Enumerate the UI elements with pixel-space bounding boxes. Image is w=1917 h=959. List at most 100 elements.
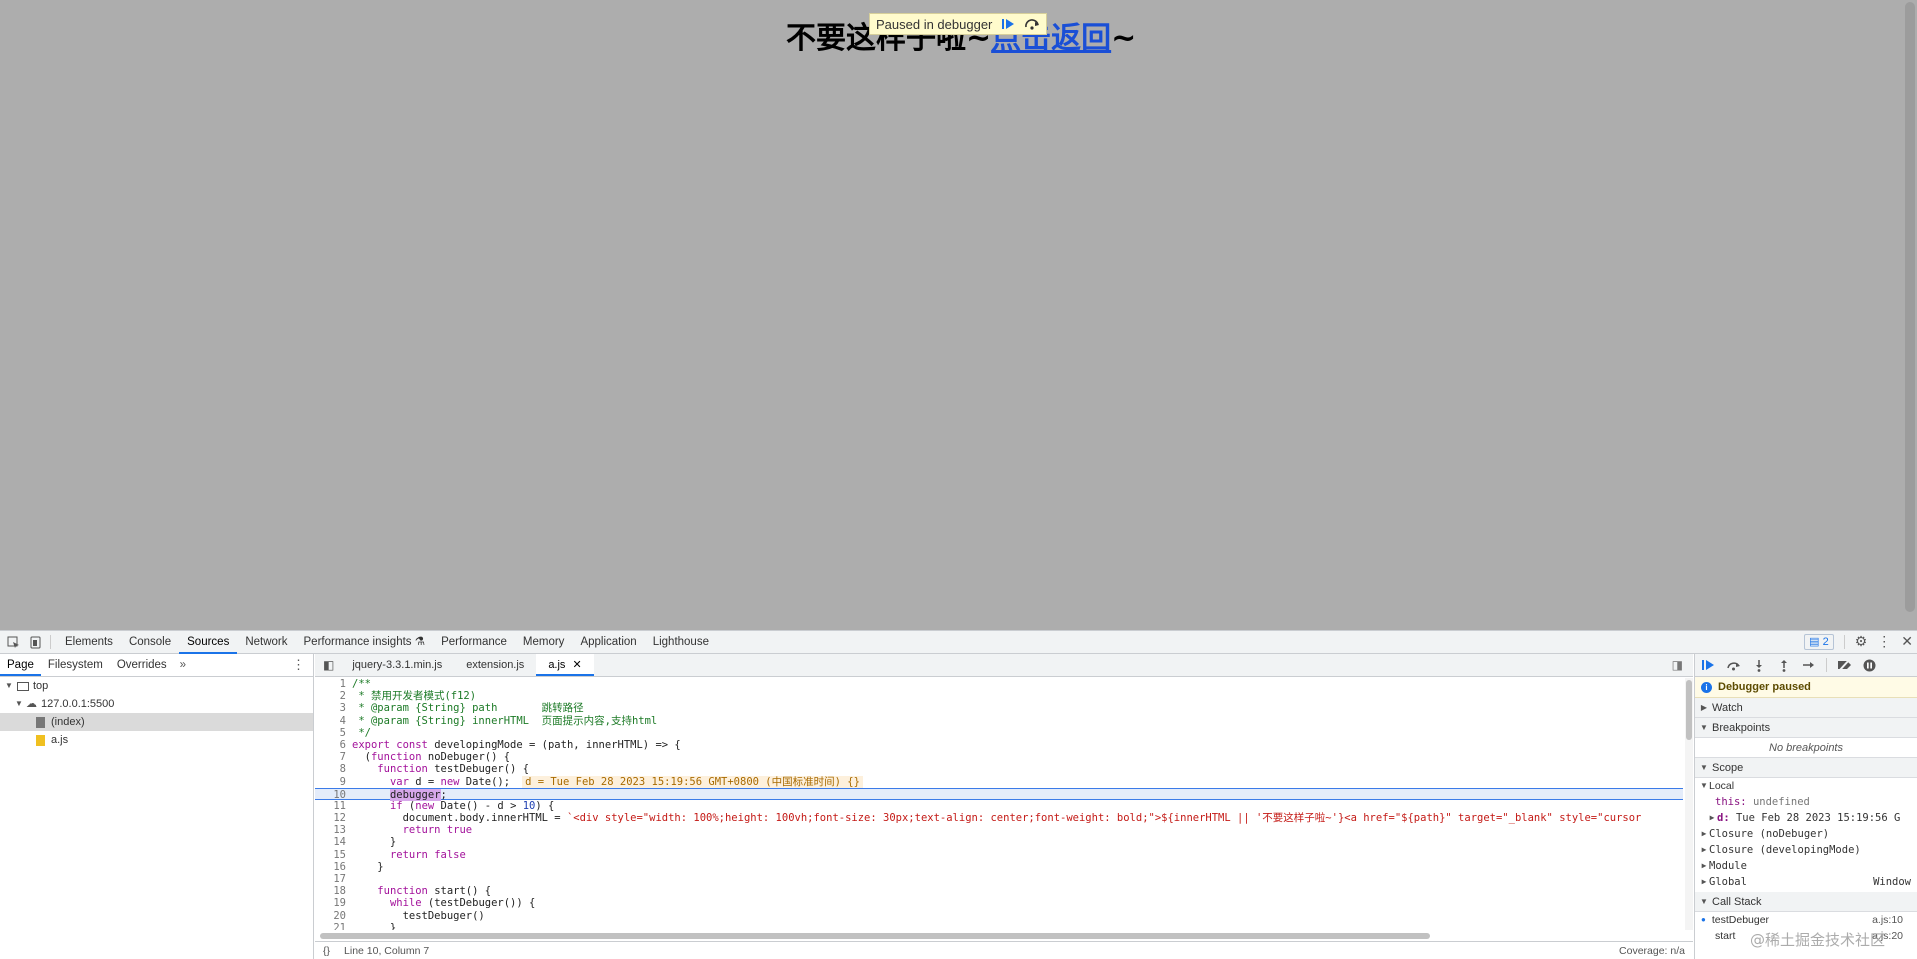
code-line[interactable]: 6 export const developingMode = (path, in… (315, 739, 1683, 751)
page-scrollbar[interactable] (1905, 2, 1915, 612)
line-number[interactable]: 1 (315, 678, 350, 690)
scrollbar-thumb[interactable] (320, 933, 1430, 939)
line-number[interactable]: 4 (315, 715, 350, 727)
device-toolbar-icon[interactable] (26, 633, 44, 651)
tab-sources[interactable]: Sources (179, 631, 238, 654)
step-out-icon[interactable] (1776, 658, 1791, 673)
code-line[interactable]: 19 while (testDebuger()) { (315, 897, 1683, 909)
code-line[interactable]: 12 document.body.innerHTML = `<div style… (315, 812, 1683, 824)
deactivate-breakpoints-icon[interactable] (1837, 658, 1852, 673)
scope-local[interactable]: ▼ Local (1695, 778, 1917, 794)
code-line[interactable]: 2 * 禁用开发者模式(f12) (315, 690, 1683, 702)
step-over-icon[interactable] (1726, 658, 1741, 673)
more-tabs-chevron-icon[interactable]: » (180, 659, 186, 671)
code-line[interactable]: 17 (315, 873, 1683, 885)
resume-icon[interactable] (1701, 658, 1716, 673)
line-number[interactable]: 3 (315, 702, 350, 714)
scope-var-d[interactable]: ▶ d: Tue Feb 28 2023 15:19:56 G (1695, 810, 1917, 826)
line-number[interactable]: 7 (315, 751, 350, 763)
issues-badge[interactable]: ▤ 2 (1804, 633, 1834, 650)
line-number[interactable]: 8 (315, 763, 350, 775)
code-line[interactable]: 3 * @param {String} path 跳转路径 (315, 702, 1683, 714)
line-number[interactable]: 14 (315, 836, 350, 848)
tab-console[interactable]: Console (121, 631, 179, 654)
code-line[interactable]: 4 * @param {String} innerHTML 页面提示内容,支持h… (315, 715, 1683, 727)
more-options-icon[interactable]: ⋮ (1877, 633, 1891, 650)
code-line[interactable]: 15 return false (315, 849, 1683, 861)
code-area[interactable]: 1/** 2 * 禁用开发者模式(f12) 3 * @param {String} … (315, 678, 1683, 930)
code-line[interactable]: 7 (function noDebuger() { (315, 751, 1683, 763)
tab-memory[interactable]: Memory (515, 631, 573, 654)
tab-performance-insights[interactable]: Performance insights ⚗ (296, 631, 434, 654)
line-number[interactable]: 16 (315, 861, 350, 873)
line-number[interactable]: 5 (315, 727, 350, 739)
code-line[interactable]: 1/** (315, 678, 1683, 690)
close-devtools-icon[interactable]: ✕ (1901, 633, 1913, 650)
line-number[interactable]: 12 (315, 812, 350, 824)
inspect-element-icon[interactable] (4, 633, 22, 651)
step-icon[interactable] (1801, 658, 1816, 673)
editor-tab-a-js[interactable]: a.js ✕ (536, 654, 594, 676)
code-line[interactable]: 21 } (315, 922, 1683, 930)
scope-var-this[interactable]: this: undefined (1695, 794, 1917, 810)
resume-icon[interactable] (1000, 16, 1016, 32)
code-line[interactable]: 10 debugger; (315, 787, 1683, 801)
navigator-tab-filesystem[interactable]: Filesystem (41, 654, 110, 676)
tree-item-top[interactable]: ▼ top (0, 677, 313, 695)
tab-performance[interactable]: Performance (433, 631, 515, 654)
toggle-debugger-icon[interactable]: ◨ (1672, 658, 1683, 672)
section-call-stack[interactable]: ▼ Call Stack (1695, 892, 1917, 912)
code-line[interactable]: 18 function start() { (315, 885, 1683, 897)
tree-item-index[interactable]: (index) (0, 713, 313, 731)
tab-lighthouse[interactable]: Lighthouse (645, 631, 717, 654)
expand-triangle-icon[interactable]: ▼ (14, 695, 24, 713)
line-number[interactable]: 15 (315, 849, 350, 861)
tab-application[interactable]: Application (572, 631, 644, 654)
settings-gear-icon[interactable]: ⚙ (1855, 633, 1868, 650)
line-number[interactable]: 20 (315, 910, 350, 922)
line-number[interactable]: 10 (315, 789, 350, 801)
tab-network[interactable]: Network (237, 631, 295, 654)
call-frame[interactable]: ● testDebuger a.js:10 (1695, 912, 1917, 928)
line-number[interactable]: 6 (315, 739, 350, 751)
section-watch[interactable]: ▶ Watch (1695, 698, 1917, 718)
scope-global[interactable]: ▶ Global Window (1695, 874, 1917, 890)
section-breakpoints[interactable]: ▼ Breakpoints (1695, 718, 1917, 738)
line-number[interactable]: 21 (315, 922, 350, 930)
code-line[interactable]: 9 var d = new Date(); d = Tue Feb 28 2023… (315, 775, 1683, 788)
code-line[interactable]: 13 return true (315, 824, 1683, 836)
step-over-icon[interactable] (1024, 16, 1040, 32)
tree-item-host[interactable]: ▼ ☁ 127.0.0.1:5500 (0, 695, 313, 713)
line-number[interactable]: 11 (315, 800, 350, 812)
code-line[interactable]: 5 */ (315, 727, 1683, 739)
close-tab-icon[interactable]: ✕ (573, 659, 582, 671)
code-line[interactable]: 16 } (315, 861, 1683, 873)
toggle-navigator-icon[interactable]: ◧ (323, 658, 334, 672)
scope-module[interactable]: ▶ Module (1695, 858, 1917, 874)
code-line[interactable]: 14 } (315, 836, 1683, 848)
tree-item-a-js[interactable]: a.js (0, 731, 313, 749)
line-number[interactable]: 2 (315, 690, 350, 702)
line-number[interactable]: 9 (315, 776, 350, 788)
scope-closure-nodebuger[interactable]: ▶ Closure (noDebuger) (1695, 826, 1917, 842)
navigator-menu-icon[interactable]: ⋮ (292, 657, 305, 673)
expand-triangle-icon[interactable]: ▼ (4, 677, 14, 695)
code-horizontal-scrollbar[interactable] (315, 932, 1683, 940)
navigator-tab-page[interactable]: Page (0, 654, 41, 676)
code-line[interactable]: 20 testDebuger() (315, 910, 1683, 922)
tab-elements[interactable]: Elements (57, 631, 121, 654)
pretty-print-icon[interactable]: {} (323, 945, 330, 957)
scrollbar-thumb[interactable] (1686, 680, 1692, 740)
code-vertical-scrollbar[interactable] (1685, 678, 1693, 930)
navigator-tab-overrides[interactable]: Overrides (110, 654, 174, 676)
step-into-icon[interactable] (1751, 658, 1766, 673)
editor-tab-extension[interactable]: extension.js (454, 654, 537, 676)
scope-closure-developingmode[interactable]: ▶ Closure (developingMode) (1695, 842, 1917, 858)
editor-tab-jquery[interactable]: jquery-3.3.1.min.js (340, 654, 455, 676)
line-number[interactable]: 18 (315, 885, 350, 897)
line-number[interactable]: 17 (315, 873, 350, 885)
pause-on-exceptions-icon[interactable] (1862, 658, 1877, 673)
code-line[interactable]: 8 function testDebuger() { (315, 763, 1683, 775)
section-scope[interactable]: ▼ Scope (1695, 758, 1917, 778)
code-line[interactable]: 11 if (new Date() - d > 10) { (315, 800, 1683, 812)
